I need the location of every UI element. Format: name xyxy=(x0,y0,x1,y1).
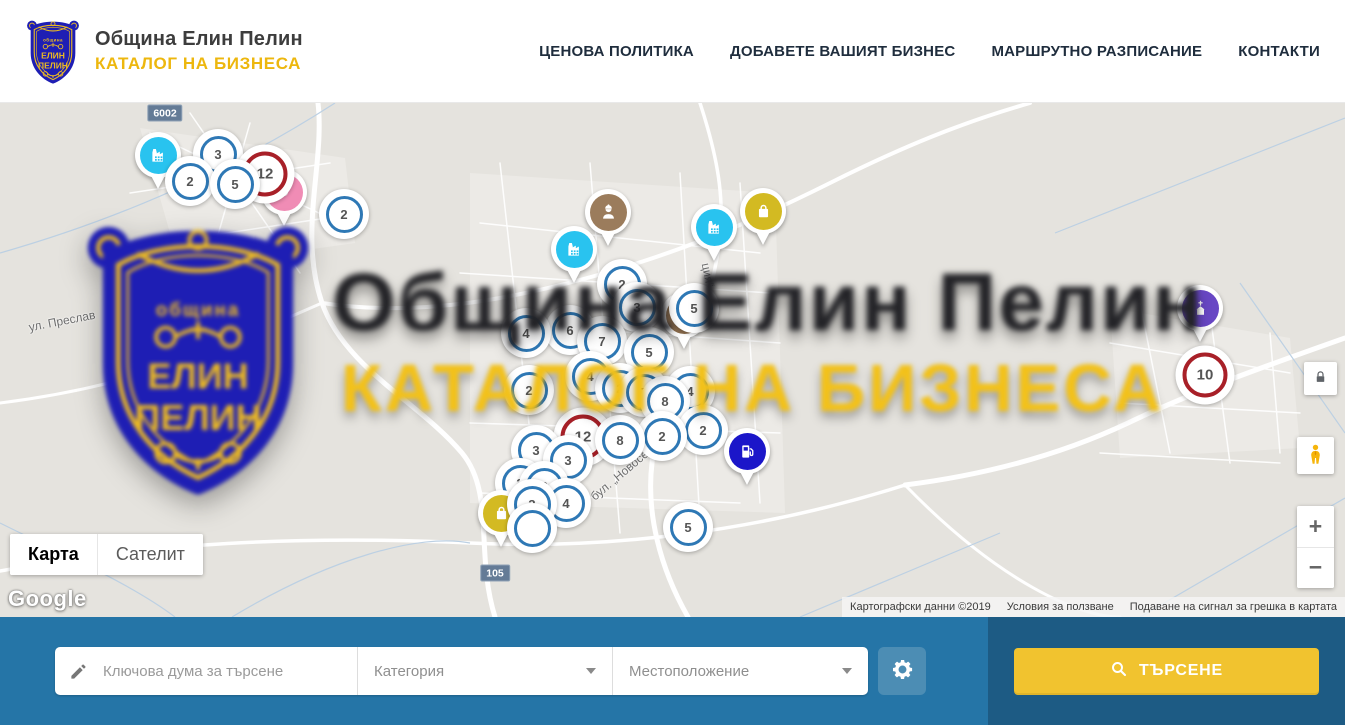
keyword-field xyxy=(55,647,357,695)
search-panel: Категория Местоположение xyxy=(0,617,988,725)
factory-icon xyxy=(148,145,169,166)
zoom-in-button[interactable]: + xyxy=(1297,506,1334,548)
location-select[interactable]: Местоположение xyxy=(612,647,868,695)
lock-button[interactable] xyxy=(1304,362,1337,395)
fuel-icon xyxy=(737,441,758,462)
location-select-label: Местоположение xyxy=(629,663,749,680)
road-number-badge: 6002 xyxy=(147,105,182,122)
main-nav: ЦЕНОВА ПОЛИТИКА ДОБАВЕТЕ ВАШИЯТ БИЗНЕС МАР… xyxy=(539,43,1320,60)
google-logo[interactable]: Google xyxy=(8,586,87,612)
nav-link-contacts[interactable]: КОНТАКТИ xyxy=(1238,43,1320,60)
bag-icon xyxy=(753,201,774,222)
category-select-label: Категория xyxy=(374,663,444,680)
map-view-button[interactable]: Карта xyxy=(10,534,97,575)
map-type-control: Карта Сателит xyxy=(10,534,203,575)
site-title: Община Елин Пелин xyxy=(95,28,303,51)
pegman-button[interactable] xyxy=(1297,437,1334,474)
nav-link-add-your-business[interactable]: ДОБАВЕТЕ ВАШИЯТ БИЗНЕС xyxy=(730,43,955,60)
cluster-marker[interactable]: 10 xyxy=(1176,346,1235,405)
zoom-out-button[interactable]: − xyxy=(1297,548,1334,589)
cluster-marker[interactable]: 4 xyxy=(501,308,551,358)
map-attribution: Картографски данни ©2019 Условия за ползв… xyxy=(842,597,1345,617)
worker-icon xyxy=(598,202,619,223)
lock-icon xyxy=(1313,370,1328,388)
site-logo[interactable]: Община Елин Пелин КАТАЛОГ НА БИЗНЕСА xyxy=(26,18,303,85)
report-map-error-link[interactable]: Подаване на сигнал за грешка в картата xyxy=(1130,601,1337,613)
pencil-icon xyxy=(69,662,88,681)
factory-icon xyxy=(704,217,725,238)
search-bar: Категория Местоположение ТЪРСЕНЕ xyxy=(0,617,1345,725)
cluster-marker[interactable] xyxy=(507,503,557,553)
site-subtitle: КАТАЛОГ НА БИЗНЕСА xyxy=(95,54,303,74)
cluster-marker[interactable]: 2 xyxy=(504,365,554,415)
search-button[interactable]: ТЪРСЕНЕ xyxy=(1014,648,1319,695)
cluster-marker[interactable]: 5 xyxy=(210,159,260,209)
search-button-label: ТЪРСЕНЕ xyxy=(1139,662,1223,680)
category-select[interactable]: Категория xyxy=(357,647,612,695)
search-icon xyxy=(1110,660,1128,683)
factory-icon xyxy=(564,239,585,260)
municipality-emblem-icon xyxy=(26,18,80,85)
satellite-view-button[interactable]: Сателит xyxy=(97,534,203,575)
road-number-badge: 105 xyxy=(480,565,510,582)
cluster-marker[interactable]: 5 xyxy=(663,502,713,552)
search-button-panel: ТЪРСЕНЕ xyxy=(988,617,1345,725)
pegman-icon xyxy=(1304,443,1327,469)
keyword-input[interactable] xyxy=(101,662,343,681)
gear-icon xyxy=(890,657,915,685)
map-canvas[interactable]: Община Елин Пелин КАТАЛОГ НА БИЗНЕСА Кар… xyxy=(0,103,1345,617)
zoom-control: + − xyxy=(1297,506,1334,588)
terms-of-use-link[interactable]: Условия за ползване xyxy=(1007,601,1114,613)
cluster-marker[interactable]: 8 xyxy=(595,415,645,465)
chevron-down-icon xyxy=(586,668,596,674)
church-icon xyxy=(1190,298,1211,319)
cluster-marker[interactable]: 2 xyxy=(165,156,215,206)
cluster-marker[interactable]: 2 xyxy=(319,189,369,239)
advanced-settings-button[interactable] xyxy=(878,647,926,695)
nav-link-pricing-policy[interactable]: ЦЕНОВА ПОЛИТИКА xyxy=(539,43,694,60)
cluster-marker[interactable]: 5 xyxy=(669,283,719,333)
site-header: Община Елин Пелин КАТАЛОГ НА БИЗНЕСА ЦЕН… xyxy=(0,0,1345,103)
nav-link-route-schedule[interactable]: МАРШРУТНО РАЗПИСАНИЕ xyxy=(991,43,1202,60)
chevron-down-icon xyxy=(842,668,852,674)
map-data-copyright: Картографски данни ©2019 xyxy=(850,601,991,613)
search-input-group: Категория Местоположение xyxy=(55,647,868,695)
